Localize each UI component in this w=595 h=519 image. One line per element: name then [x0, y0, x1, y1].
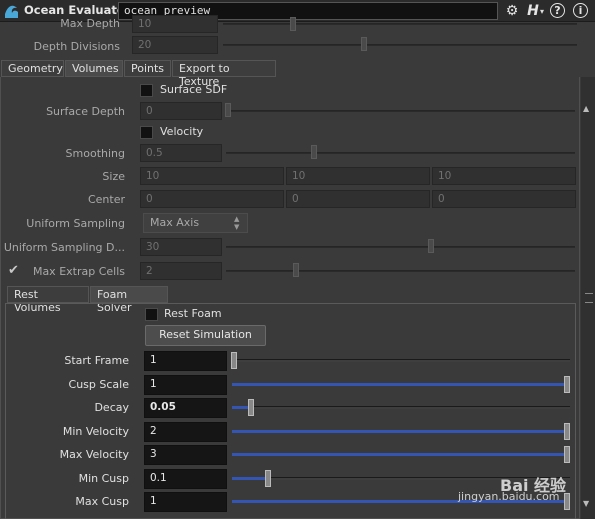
scroll-grip-icon[interactable]: [585, 293, 593, 303]
depth-divisions-label: Depth Divisions: [33, 40, 120, 53]
cusp-scale-field[interactable]: 1: [144, 375, 227, 395]
min-cusp-field[interactable]: 0.1: [144, 469, 227, 489]
center-z-field[interactable]: 0: [432, 190, 576, 208]
max-depth-slider-handle[interactable]: [290, 17, 296, 31]
scroll-down-arrow-icon[interactable]: ▼: [583, 499, 589, 508]
min-velocity-slider-fill: [232, 430, 570, 433]
smoothing-slider-handle[interactable]: [311, 145, 317, 159]
uniform-sampling-dropdown[interactable]: Max Axis ▲ ▼: [143, 213, 248, 233]
help-question-icon[interactable]: ?: [550, 3, 565, 18]
tab-points[interactable]: Points: [124, 60, 171, 77]
reset-simulation-button[interactable]: Reset Simulation: [145, 325, 266, 346]
cusp-scale-slider-handle[interactable]: [564, 376, 570, 393]
velocity-label: Velocity: [160, 125, 204, 138]
surface-depth-slider[interactable]: [226, 110, 575, 112]
size-z-field[interactable]: 10: [432, 167, 576, 185]
max-extrap-cells-field[interactable]: 2: [140, 262, 222, 280]
smoothing-slider[interactable]: [226, 152, 575, 154]
size-x-field[interactable]: 10: [140, 167, 284, 185]
decay-label: Decay: [94, 401, 129, 414]
max-velocity-slider-fill: [232, 453, 570, 456]
max-depth-label: Max Depth: [60, 17, 120, 30]
min-velocity-field[interactable]: 2: [144, 422, 227, 442]
max-cusp-field[interactable]: 1: [144, 492, 227, 512]
baidu-watermark-url: jingyan.baidu.com: [458, 490, 560, 503]
max-cusp-label: Max Cusp: [75, 495, 129, 508]
uniform-sampling-divs-field[interactable]: 30: [140, 238, 222, 256]
max-depth-field[interactable]: 10: [132, 15, 218, 33]
max-velocity-label: Max Velocity: [59, 448, 129, 461]
uniform-sampling-divs-slider-handle[interactable]: [428, 239, 434, 253]
decay-slider-handle[interactable]: [248, 399, 254, 416]
max-extrap-cells-label: Max Extrap Cells: [32, 265, 125, 278]
max-extrap-cells-slider-handle[interactable]: [293, 263, 299, 277]
start-frame-label: Start Frame: [64, 354, 129, 367]
start-frame-slider[interactable]: [232, 359, 570, 362]
decay-slider[interactable]: [232, 406, 570, 409]
rest-foam-checkbox[interactable]: [145, 308, 158, 321]
min-cusp-label: Min Cusp: [78, 472, 129, 485]
start-frame-slider-handle[interactable]: [231, 352, 237, 369]
cusp-scale-label: Cusp Scale: [68, 378, 129, 391]
center-label: Center: [87, 193, 125, 206]
help-dropdown-icon[interactable]: ▾: [540, 7, 544, 16]
max-extrap-cells-slider[interactable]: [226, 270, 575, 272]
info-icon[interactable]: i: [573, 3, 588, 18]
uniform-sampling-divs-label: Uniform Sampling D...: [3, 241, 125, 254]
center-x-field[interactable]: 0: [140, 190, 284, 208]
min-velocity-slider-handle[interactable]: [564, 423, 570, 440]
surface-sdf-label: Surface SDF: [160, 83, 228, 96]
depth-divisions-slider-handle[interactable]: [361, 37, 367, 51]
uniform-sampling-value: Max Axis: [150, 216, 200, 229]
dropdown-arrows-icon: ▲ ▼: [234, 215, 240, 231]
center-y-field[interactable]: 0: [286, 190, 430, 208]
uniform-sampling-divs-slider[interactable]: [226, 246, 575, 248]
decay-slider-fill: [232, 406, 249, 409]
rest-foam-label: Rest Foam: [164, 307, 222, 320]
node-type-title: Ocean Evaluate: [24, 3, 125, 17]
tab-volumes[interactable]: Volumes: [65, 60, 123, 77]
tab-geometry[interactable]: Geometry: [1, 60, 64, 77]
min-cusp-slider-handle[interactable]: [265, 470, 271, 487]
start-frame-field[interactable]: 1: [144, 351, 227, 371]
depth-divisions-field[interactable]: 20: [132, 36, 218, 54]
smoothing-label: Smoothing: [65, 147, 125, 160]
size-y-field[interactable]: 10: [286, 167, 430, 185]
tab-rest-volumes[interactable]: Rest Volumes: [7, 286, 89, 314]
min-cusp-slider-fill: [232, 477, 266, 480]
tab-export-to-texture[interactable]: Export to Texture: [172, 60, 276, 88]
surface-depth-slider-handle[interactable]: [225, 103, 231, 117]
gear-icon[interactable]: ⚙: [503, 2, 521, 20]
surface-depth-field[interactable]: 0: [140, 102, 222, 120]
surface-depth-label: Surface Depth: [46, 105, 125, 118]
max-velocity-slider-handle[interactable]: [564, 446, 570, 463]
tab-foam-solver[interactable]: Foam Solver: [90, 286, 168, 314]
scroll-up-arrow-icon[interactable]: ▲: [583, 104, 589, 113]
smoothing-field[interactable]: 0.5: [140, 144, 222, 162]
max-velocity-field[interactable]: 3: [144, 445, 227, 465]
size-label: Size: [102, 170, 125, 183]
velocity-checkbox[interactable]: [140, 126, 153, 139]
cusp-scale-slider-fill: [232, 383, 570, 386]
surface-sdf-checkbox[interactable]: [140, 84, 153, 97]
max-depth-slider[interactable]: [223, 23, 577, 25]
decay-field[interactable]: 0.05: [144, 398, 227, 418]
depth-divisions-slider[interactable]: [223, 44, 577, 46]
uniform-sampling-label: Uniform Sampling: [26, 217, 125, 230]
top-params-area: Max Depth 10 Depth Divisions 20: [0, 15, 595, 59]
min-velocity-label: Min Velocity: [62, 425, 129, 438]
